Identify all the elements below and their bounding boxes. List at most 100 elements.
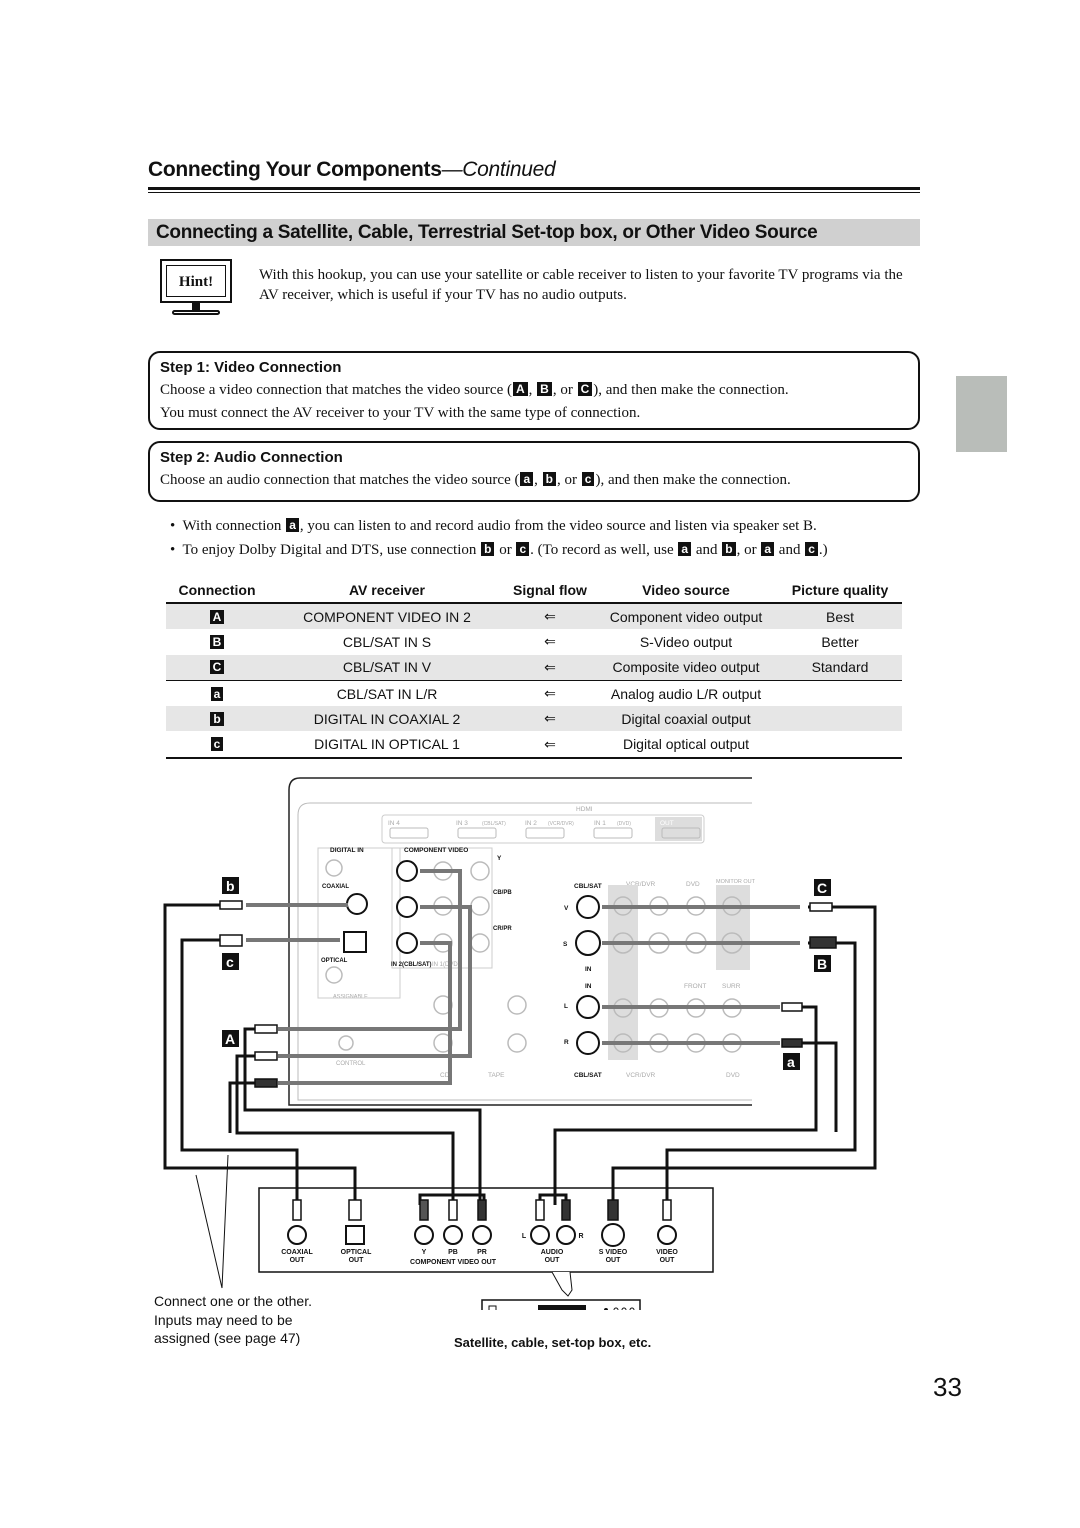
table-row: a CBL/SAT IN L/R ⇐ Analog audio L/R output bbox=[166, 681, 902, 706]
header-rule-thin bbox=[148, 192, 920, 193]
table-header: Connection AV receiver Signal flow Video… bbox=[166, 578, 902, 604]
hint-tv-icon: Hint! bbox=[160, 259, 232, 303]
step1-line1: Choose a video connection that matches t… bbox=[160, 382, 789, 398]
text: , you can listen to and record audio fro… bbox=[299, 518, 817, 534]
digital-in-group bbox=[317, 847, 401, 999]
digital-in-label: DIGITAL IN bbox=[330, 847, 364, 854]
text: Choose a video connection that matches t… bbox=[160, 382, 512, 398]
col-header: Connection bbox=[178, 582, 256, 598]
src-audio: AUDIO bbox=[541, 1249, 564, 1256]
text: . (To record as well, use bbox=[530, 542, 674, 558]
table-row: C CBL/SAT IN V ⇐ Composite video output Stan… bbox=[166, 654, 902, 681]
hdmi-in2-sub: (VCR/DVR) bbox=[548, 821, 574, 827]
table-cell: b bbox=[166, 711, 268, 727]
manual-page: Connecting Your Components—Continued Con… bbox=[0, 0, 1080, 1528]
dvd-label: DVD bbox=[726, 1072, 740, 1079]
table-cell: Best bbox=[825, 608, 854, 625]
page-number: 33 bbox=[933, 1372, 962, 1402]
table-cell: DIGITAL IN COAXIAL 2 bbox=[313, 710, 461, 727]
note-line: Connect one or the other. bbox=[154, 1293, 312, 1309]
table-cell: c bbox=[166, 736, 268, 752]
note-line: assigned (see page 47) bbox=[154, 1330, 301, 1346]
bullet-1: • With connection a, you can listen to a… bbox=[170, 518, 817, 534]
text: ), and then make the connection. bbox=[593, 382, 789, 398]
table-row: A COMPONENT VIDEO IN 2 ⇐ Component video ou… bbox=[166, 604, 902, 630]
hint-text: With this hookup, you can use your satel… bbox=[259, 267, 903, 303]
step1-line2: You must connect the AV receiver to your… bbox=[160, 405, 641, 421]
hdmi-label: HDMI bbox=[576, 806, 593, 813]
step2-line1: Choose an audio connection that matches … bbox=[160, 472, 791, 488]
key-badge: C bbox=[209, 660, 225, 675]
key-C: C bbox=[577, 382, 593, 396]
table-cell: C bbox=[166, 659, 268, 675]
side-tab bbox=[956, 376, 1007, 452]
step2-title: Step 2: Audio Connection bbox=[160, 449, 343, 466]
table-cell: DIGITAL IN OPTICAL 1 bbox=[314, 736, 460, 753]
key-badge: a bbox=[210, 686, 224, 701]
col-header: Signal flow bbox=[513, 582, 587, 598]
table-cell: ⇐ bbox=[544, 658, 556, 675]
r-label: R bbox=[564, 1039, 569, 1046]
src-optical: OPTICAL bbox=[341, 1249, 372, 1256]
src-l: L bbox=[522, 1233, 527, 1240]
text: ), and then make the connection. bbox=[595, 472, 791, 488]
cr-label: CR/PR bbox=[493, 926, 512, 932]
key-a: a bbox=[520, 472, 534, 486]
badge-a: a bbox=[787, 1054, 795, 1070]
hint-tv-base bbox=[172, 310, 220, 315]
note-line: Inputs may need to be bbox=[154, 1311, 293, 1328]
hdmi-in3: IN 3 bbox=[456, 820, 468, 827]
table-cell: Digital optical output bbox=[622, 736, 750, 753]
page-header: Connecting Your Components—Continued bbox=[148, 158, 556, 182]
source-plugs bbox=[292, 1199, 672, 1221]
text: and bbox=[695, 542, 718, 558]
src-out: OUT bbox=[545, 1257, 561, 1264]
src-pr: PR bbox=[477, 1249, 487, 1256]
front-label: FRONT bbox=[684, 983, 706, 990]
panel-pointer bbox=[551, 1271, 573, 1297]
table-cell: CBL/SAT IN L/R bbox=[336, 685, 438, 702]
table-cell: B bbox=[166, 634, 268, 650]
src-out: OUT bbox=[606, 1257, 622, 1264]
key-c: c bbox=[581, 472, 595, 486]
badge-c: c bbox=[226, 954, 234, 970]
key-badge: b bbox=[210, 711, 224, 726]
component-video-label: COMPONENT VIDEO bbox=[404, 847, 468, 854]
text: .) bbox=[818, 542, 828, 558]
table-cell: CBL/SAT IN V bbox=[342, 659, 432, 676]
src-component-out: COMPONENT VIDEO OUT bbox=[410, 1259, 497, 1266]
key-a: a bbox=[286, 518, 299, 532]
hdmi-in2: IN 2 bbox=[525, 820, 537, 827]
table-cell: Better bbox=[821, 633, 859, 650]
in-label: IN bbox=[585, 983, 592, 990]
src-r: R bbox=[578, 1233, 583, 1240]
monitor-out-label: MONITOR OUT bbox=[716, 879, 756, 885]
assignable-label: ASSIGNABLE bbox=[333, 994, 368, 1000]
step2-box: Step 2: Audio Connection Choose an audio… bbox=[148, 441, 920, 502]
table-cell: a bbox=[166, 686, 268, 702]
vcrdvr-label: VCR/DVR bbox=[626, 1072, 656, 1079]
key-B: B bbox=[537, 382, 552, 396]
src-out: OUT bbox=[349, 1257, 365, 1264]
caption-leader bbox=[195, 1154, 229, 1289]
col-header: Video source bbox=[642, 582, 730, 598]
src-out: OUT bbox=[660, 1257, 676, 1264]
text: To enjoy Dolby Digital and DTS, use conn… bbox=[182, 542, 477, 558]
device-caption: Satellite, cable, set-top box, etc. bbox=[454, 1335, 652, 1350]
step1-title: Step 1: Video Connection bbox=[160, 359, 342, 376]
badge-A: A bbox=[225, 1031, 235, 1047]
table-body: A COMPONENT VIDEO IN 2 ⇐ Component video ou… bbox=[166, 604, 902, 757]
y-label: Y bbox=[497, 855, 502, 862]
component-in1-dvd-label: IN 1(DVD) bbox=[432, 962, 460, 968]
table-row: c DIGITAL IN OPTICAL 1 ⇐ Digital optical ou… bbox=[166, 731, 902, 756]
diagram-note: Connect one or the other. Inputs may nee… bbox=[154, 1292, 312, 1348]
src-y: Y bbox=[422, 1249, 427, 1256]
key-badge: A bbox=[209, 609, 225, 624]
src-pb: PB bbox=[448, 1249, 458, 1256]
key-A: A bbox=[512, 382, 528, 396]
badge-C: C bbox=[817, 880, 827, 896]
badge-b: b bbox=[226, 878, 235, 894]
table-cell: ⇐ bbox=[544, 710, 556, 727]
table-cell: Component video output bbox=[609, 608, 763, 625]
table-cell: ⇐ bbox=[544, 608, 556, 625]
